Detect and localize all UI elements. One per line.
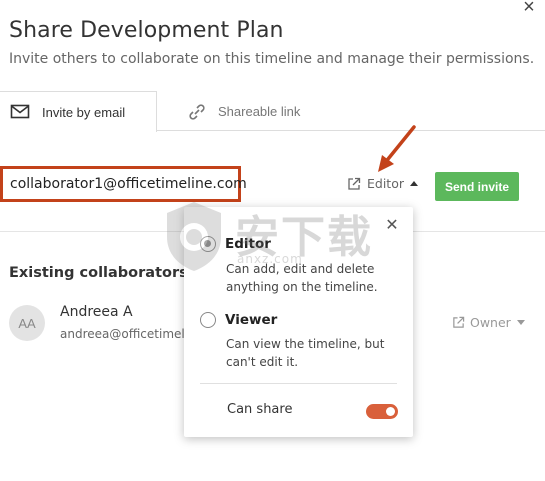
tabs-bar: Invite by email Shareable link <box>0 91 545 132</box>
link-icon <box>189 103 205 120</box>
tab-label: Shareable link <box>218 104 301 119</box>
caret-up-icon <box>410 181 418 186</box>
editor-option-description: Can add, edit and delete anything on the… <box>226 262 378 294</box>
close-icon[interactable]: ✕ <box>385 218 399 234</box>
send-invite-button[interactable]: Send invite <box>435 172 519 201</box>
editor-radio[interactable] <box>200 236 216 252</box>
tab-label: Invite by email <box>42 104 126 120</box>
tab-invite-by-email[interactable]: Invite by email <box>0 91 157 132</box>
role-dropdown[interactable]: Editor <box>347 176 418 191</box>
dialog-title: Share Development Plan <box>9 18 284 43</box>
external-link-icon <box>348 177 361 190</box>
email-input[interactable]: collaborator1@officetimeline.com <box>0 166 247 202</box>
tab-shareable-link[interactable]: Shareable link <box>186 91 300 132</box>
dialog-subtitle: Invite others to collaborate on this tim… <box>9 51 535 67</box>
editor-option-title[interactable]: Editor <box>225 236 271 252</box>
collaborator-role-label: Owner <box>470 315 511 330</box>
viewer-option-description: Can view the timeline, but can't edit it… <box>226 337 385 369</box>
role-dropdown-label: Editor <box>367 176 404 191</box>
collaborator-role-dropdown[interactable]: Owner <box>452 315 525 330</box>
role-popup: ✕ Editor Can add, edit and delete anythi… <box>184 207 413 437</box>
collaborator-email: andreea@officetimeline.com <box>60 327 185 341</box>
viewer-option-title[interactable]: Viewer <box>225 312 277 328</box>
popup-divider <box>200 383 397 384</box>
can-share-toggle[interactable] <box>366 404 398 419</box>
viewer-radio[interactable] <box>200 312 216 328</box>
email-input-value: collaborator1@officetimeline.com <box>10 176 247 192</box>
close-dialog-icon[interactable]: × <box>518 0 540 18</box>
envelope-icon <box>10 104 30 119</box>
annotation-arrow <box>378 125 416 172</box>
collaborator-name: Andreea A <box>60 304 133 320</box>
external-link-icon <box>453 316 465 328</box>
can-share-label: Can share <box>227 402 293 417</box>
chevron-down-icon <box>516 320 525 325</box>
avatar: AA <box>9 305 45 341</box>
